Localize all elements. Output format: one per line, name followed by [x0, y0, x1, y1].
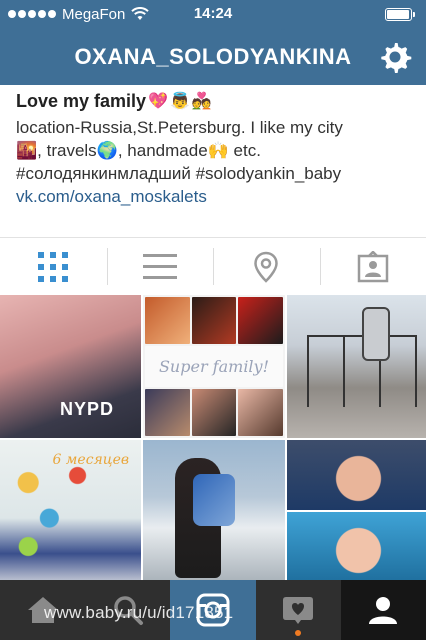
bio-line-1: location-Russia,St.Petersburg. I like my…: [16, 118, 343, 137]
photo-thumbnail[interactable]: [287, 512, 426, 582]
home-icon: [27, 597, 58, 623]
tab-profile[interactable]: [340, 580, 426, 640]
photo-thumbnail[interactable]: [143, 440, 285, 582]
view-switcher: [0, 237, 426, 295]
bio-name: Love my family 💖 👼 💑: [16, 90, 416, 113]
photo-thumbnail[interactable]: 6 месяцев: [0, 440, 141, 582]
bio-line-2c: etc.: [228, 141, 261, 160]
notification-dot: [295, 630, 302, 636]
tab-grid-view[interactable]: [0, 238, 107, 295]
activity-heart-icon: [283, 597, 314, 624]
tagged-photos-icon: [357, 250, 388, 282]
bottom-tab-bar: [0, 580, 426, 640]
gear-icon[interactable]: [378, 40, 412, 74]
profile-icon: [369, 597, 398, 624]
collage-caption: Super family!: [158, 356, 270, 376]
couple-emoji: 💑: [191, 93, 212, 110]
profile-username: OXANA_SOLODYANKINA: [74, 43, 352, 69]
bio-line-2a: 🌇, travels: [16, 141, 97, 160]
photo-thumbnail-pair: [287, 440, 426, 582]
status-bar: MegaFon 14:24: [0, 0, 426, 28]
photo-thumbnail[interactable]: NYPD: [0, 295, 141, 438]
photo-thumbnail[interactable]: Super family!: [143, 295, 285, 438]
tab-camera[interactable]: [170, 580, 256, 640]
tab-explore[interactable]: [85, 580, 170, 640]
raised-hands-emoji: 🙌: [207, 141, 229, 160]
photo-thumbnail[interactable]: [287, 440, 426, 510]
tab-home[interactable]: [0, 580, 85, 640]
bio-hashtags[interactable]: #солодянкинмладший #solodyankin_baby: [16, 164, 341, 183]
stroller: [362, 307, 390, 361]
bio-line-2b: , handmade: [117, 141, 208, 160]
grid-icon: [38, 251, 69, 282]
carrier-name: MegaFon: [62, 5, 126, 23]
wifi-icon: [131, 7, 150, 20]
list-icon: [142, 253, 177, 279]
tab-map-view[interactable]: [213, 238, 320, 295]
tab-tagged-view[interactable]: [319, 238, 426, 295]
location-pin-icon: [254, 251, 279, 283]
photo-thumbnail[interactable]: [287, 295, 426, 438]
photo-caption-text: NYPD: [60, 399, 115, 419]
battery-icon: [385, 8, 415, 21]
bio-name-text: Love my family: [16, 91, 147, 111]
camera-icon: [196, 593, 230, 627]
profile-header: OXANA_SOLODYANKINA: [0, 28, 426, 85]
top-bar: MegaFon 14:24 OXANA_SOLODYANKINA: [0, 0, 426, 85]
photo-grid: NYPD Super family! 6 месяцев: [0, 295, 426, 582]
sparkling-heart-emoji: 💖: [148, 93, 168, 110]
angel-emoji: 👼: [169, 93, 190, 110]
globe-emoji: 🌍: [96, 141, 118, 160]
collage: Super family!: [143, 295, 285, 438]
tab-list-view[interactable]: [106, 238, 214, 295]
tab-activity[interactable]: [256, 580, 341, 640]
photo-caption-text: 6 месяцев: [52, 452, 129, 468]
search-icon: [114, 596, 143, 625]
bio-description: location-Russia,St.Petersburg. I like my…: [16, 116, 416, 185]
signal-strength-icon: [8, 10, 56, 18]
battery-level: [387, 10, 409, 19]
bio-website-link[interactable]: vk.com/oxana_moskalets: [16, 185, 416, 208]
profile-bio: Love my family 💖 👼 💑 location-Russia,St.…: [16, 90, 416, 208]
